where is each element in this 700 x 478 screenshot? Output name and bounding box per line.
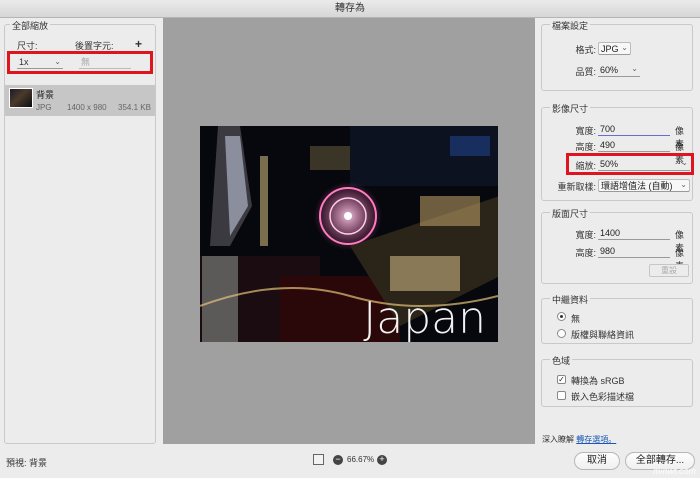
image-overlay-text: Japan xyxy=(363,293,486,342)
format-dropdown[interactable]: JPG ⌄ xyxy=(598,42,631,55)
embed-profile-label: 嵌入色彩描述檔 xyxy=(571,392,635,402)
plus-icon[interactable]: + xyxy=(135,37,142,51)
scale-all-panel: 全部縮放 尺寸: 後置字元: + 1x ⌄ 無 背景 JPG 1400 x 98… xyxy=(4,19,156,444)
preview-label: 預視: 背景 xyxy=(6,458,48,468)
chevron-down-icon: ⌄ xyxy=(680,180,687,189)
quality-label: 品質: xyxy=(575,67,596,77)
height-label: 高度: xyxy=(575,142,596,152)
asset-dimensions: 1400 x 980 xyxy=(67,103,107,112)
canvas-height-input[interactable]: 980 xyxy=(598,245,670,258)
canvas-size-panel: 版面尺寸 寬度: 1400 像素 高度: 980 像素 重設 xyxy=(541,207,693,284)
resample-label: 重新取樣: xyxy=(557,182,596,192)
zoom-controls: − 66.67% + xyxy=(313,454,389,468)
learn-more-prefix: 深入瞭解 xyxy=(542,435,574,444)
scale-all-title: 全部縮放 xyxy=(10,19,51,32)
file-settings-panel: 檔案設定 格式: JPG ⌄ 品質: 60% ⌄ xyxy=(541,19,693,91)
chevron-down-icon: ⌄ xyxy=(621,43,628,52)
asset-thumbnail xyxy=(9,88,33,108)
format-value: JPG xyxy=(601,44,619,54)
asset-filesize: 354.1 KB xyxy=(118,103,151,112)
fit-screen-icon[interactable] xyxy=(313,454,324,465)
canvas-size-title: 版面尺寸 xyxy=(550,207,591,220)
window-title: 轉存為 xyxy=(0,0,700,18)
convert-srgb-label: 轉換為 sRGB xyxy=(571,376,625,386)
resample-value: 環語增值法 (自動) xyxy=(601,181,673,191)
watermark-text: minwt.com xyxy=(652,466,696,476)
color-space-title: 色域 xyxy=(550,354,573,367)
convert-srgb-checkbox[interactable]: ✓ xyxy=(557,375,566,384)
image-size-title: 影像尺寸 xyxy=(550,102,591,115)
canvas-width-label: 寬度: xyxy=(575,230,596,240)
export-options-link[interactable]: 轉存選項。 xyxy=(576,435,616,444)
asset-list-item[interactable]: 背景 JPG 1400 x 980 354.1 KB xyxy=(5,85,155,116)
metadata-copyright-label: 版權與聯絡資訊 xyxy=(571,330,635,340)
metadata-none-label: 無 xyxy=(571,314,581,324)
metadata-none-radio[interactable] xyxy=(557,312,566,321)
width-input[interactable]: 700 xyxy=(598,123,670,136)
asset-name: 背景 xyxy=(36,90,55,100)
preview-image: Japan xyxy=(200,126,498,342)
format-label: 格式: xyxy=(575,45,596,55)
chevron-down-icon: ⌄ xyxy=(631,64,638,73)
width-label: 寬度: xyxy=(575,126,596,136)
canvas-width-input[interactable]: 1400 xyxy=(598,227,670,240)
embed-profile-checkbox[interactable] xyxy=(557,391,566,400)
reset-button[interactable]: 重設 xyxy=(649,264,689,277)
zoom-in-icon[interactable]: + xyxy=(377,455,387,465)
quality-dropdown[interactable]: 60% ⌄ xyxy=(598,64,640,77)
quality-value: 60% xyxy=(600,65,619,75)
resample-dropdown[interactable]: 環語增值法 (自動) ⌄ xyxy=(598,179,690,192)
metadata-panel: 中繼資料 無 版權與聯絡資訊 xyxy=(541,293,693,344)
height-input[interactable]: 490 xyxy=(598,139,670,152)
preview-canvas[interactable]: Japan xyxy=(163,18,535,444)
highlight-box-scale-percent xyxy=(566,153,694,175)
learn-more-text: 深入瞭解 轉存選項。 xyxy=(542,434,616,445)
cancel-button[interactable]: 取消 xyxy=(574,452,620,470)
asset-format: JPG xyxy=(36,103,52,112)
zoom-level: 66.67% xyxy=(347,455,375,464)
file-settings-title: 檔案設定 xyxy=(550,19,591,32)
highlight-box-scale xyxy=(7,51,153,74)
color-space-panel: 色域 ✓ 轉換為 sRGB 嵌入色彩描述檔 xyxy=(541,354,693,407)
zoom-out-icon[interactable]: − xyxy=(333,455,343,465)
canvas-height-label: 高度: xyxy=(575,248,596,258)
metadata-copyright-radio[interactable] xyxy=(557,329,566,338)
metadata-title: 中繼資料 xyxy=(550,293,591,306)
